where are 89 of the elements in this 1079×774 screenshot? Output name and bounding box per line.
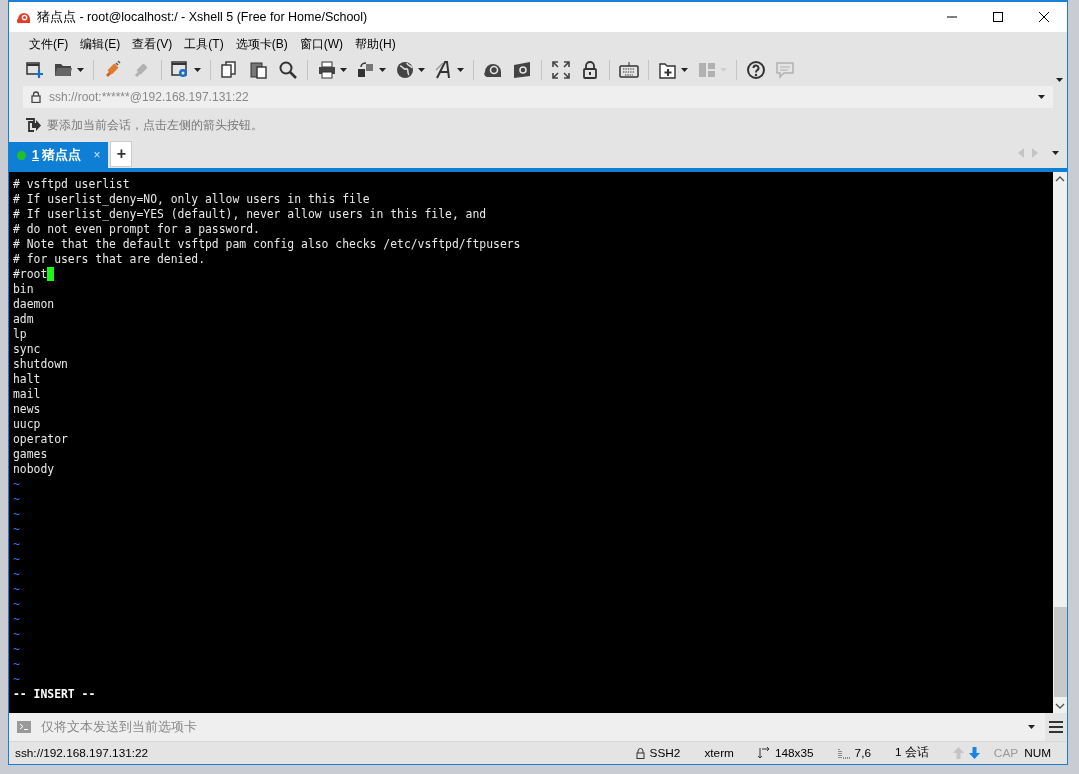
dropdown-caret-icon[interactable]	[1028, 725, 1035, 729]
dropdown-caret-icon[interactable]	[194, 68, 201, 72]
empty-line-marker: ~	[13, 522, 20, 537]
terminal-line: halt	[13, 372, 41, 387]
status-address: ssh://192.168.197.131:22	[15, 746, 149, 760]
paste-icon[interactable]	[249, 60, 269, 80]
empty-line-marker: ~	[13, 672, 20, 687]
status-text: xterm	[704, 746, 734, 760]
terminal-line: operator	[13, 432, 68, 447]
menu-icon[interactable]	[1049, 721, 1063, 733]
add-tab-icon[interactable]	[658, 60, 678, 80]
hint-text: 要添加当前会话，点击左侧的箭头按钮。	[47, 116, 263, 134]
empty-line-marker: ~	[13, 627, 20, 642]
menu-item[interactable]: 查看(V)	[126, 35, 179, 53]
menu-item[interactable]: 工具(T)	[178, 35, 230, 53]
terminal-line: #root	[13, 267, 48, 282]
lock-icon	[31, 91, 41, 103]
empty-line-marker: ~	[13, 552, 20, 567]
resize-icon	[757, 747, 770, 759]
overflow-caret-icon[interactable]	[1056, 78, 1063, 82]
app-logo-icon	[17, 10, 31, 24]
keyboard-icon[interactable]	[619, 60, 639, 80]
window-title: 猪点点 - root@localhost:/ - Xshell 5 (Free for Home/School)	[37, 8, 368, 26]
terminal-icon	[17, 721, 31, 733]
dropdown-caret-icon[interactable]	[77, 68, 84, 72]
terminal-line: # for users that are denied.	[13, 252, 206, 267]
transfer-icon[interactable]	[356, 60, 376, 80]
session-tab[interactable]: 1 猪点点 ×	[9, 142, 109, 168]
dropdown-caret-icon[interactable]	[457, 68, 464, 72]
empty-line-marker: ~	[13, 657, 20, 672]
printer-icon[interactable]	[317, 60, 337, 80]
terminal-line: adm	[13, 312, 34, 327]
dropdown-caret-icon[interactable]	[340, 68, 347, 72]
terminal-line: # Note that the default vsftpd pam config also checks /etc/vsftpd/ftpusers	[13, 237, 521, 252]
compose-field[interactable]: 仅将文本发送到当前选项卡	[39, 719, 1028, 735]
empty-line-marker: ~	[13, 582, 20, 597]
help-icon[interactable]	[746, 60, 766, 80]
window-icon[interactable]	[512, 60, 532, 80]
terminal-line: shutdown	[13, 357, 68, 372]
terminal-line: mail	[13, 387, 41, 402]
cursor-position-icon	[837, 747, 850, 759]
menu-item[interactable]: 文件(F)	[23, 35, 75, 53]
terminal-line: games	[13, 447, 48, 462]
terminal-line: # If userlist_deny=YES (default), never allow users in this file, and	[13, 207, 487, 222]
key-indicator: CAP	[993, 746, 1019, 760]
empty-line-marker: ~	[13, 612, 20, 627]
terminal-line: sync	[13, 342, 41, 357]
dropdown-caret-icon[interactable]	[418, 68, 425, 72]
menu-item[interactable]: 编辑(E)	[74, 35, 127, 53]
empty-line-marker: ~	[13, 567, 20, 582]
empty-line-marker: ~	[13, 537, 20, 552]
add-session-arrow-icon[interactable]	[25, 117, 41, 133]
empty-line-marker: ~	[13, 477, 20, 492]
dropdown-caret-icon[interactable]	[681, 68, 688, 72]
empty-line-marker: ~	[13, 597, 20, 612]
plug-icon[interactable]	[103, 60, 123, 80]
terminal-line: uucp	[13, 417, 41, 432]
terminal-line: lp	[13, 327, 27, 342]
terminal-line: daemon	[13, 297, 55, 312]
status-text: 1 会话	[895, 745, 929, 761]
empty-line-marker: ~	[13, 492, 20, 507]
new-window-icon[interactable]	[25, 60, 45, 80]
status-text: SSH2	[649, 746, 681, 760]
search-icon[interactable]	[278, 60, 298, 80]
terminal-line: nobody	[13, 462, 55, 477]
menu-item[interactable]: 窗口(W)	[293, 35, 349, 53]
dropdown-caret-icon[interactable]	[379, 68, 386, 72]
fullscreen-icon[interactable]	[551, 60, 571, 80]
scrollbar-thumb[interactable]	[1053, 607, 1067, 697]
empty-line-marker: ~	[13, 507, 20, 522]
lock-icon	[635, 747, 645, 759]
lock-icon[interactable]	[580, 60, 600, 80]
empty-line-marker: ~	[13, 642, 20, 657]
terminal-line: # do not even prompt for a password.	[13, 222, 260, 237]
status-text: 148x35	[774, 746, 814, 760]
terminal-line: news	[13, 402, 41, 417]
new-tab-button[interactable]: +	[110, 141, 133, 167]
terminal-line: # If userlist_deny=NO, only allow users in this file	[13, 192, 370, 207]
terminal-line: bin	[13, 282, 34, 297]
key-indicator: NUM	[1024, 746, 1051, 760]
dropdown-caret-icon[interactable]	[1038, 95, 1045, 99]
menu-item[interactable]: 选项卡(B)	[229, 35, 294, 53]
globe-icon[interactable]	[395, 60, 415, 80]
menu-item[interactable]: 帮助(H)	[349, 35, 402, 53]
compose-bar[interactable]: 仅将文本发送到当前选项卡	[9, 713, 1067, 742]
terminal-line: # vsftpd userlist	[13, 177, 130, 192]
status-text: 7,6	[854, 746, 871, 760]
tab-list-caret-icon[interactable]	[1052, 151, 1059, 155]
mode-indicator: -- INSERT --	[13, 687, 96, 702]
